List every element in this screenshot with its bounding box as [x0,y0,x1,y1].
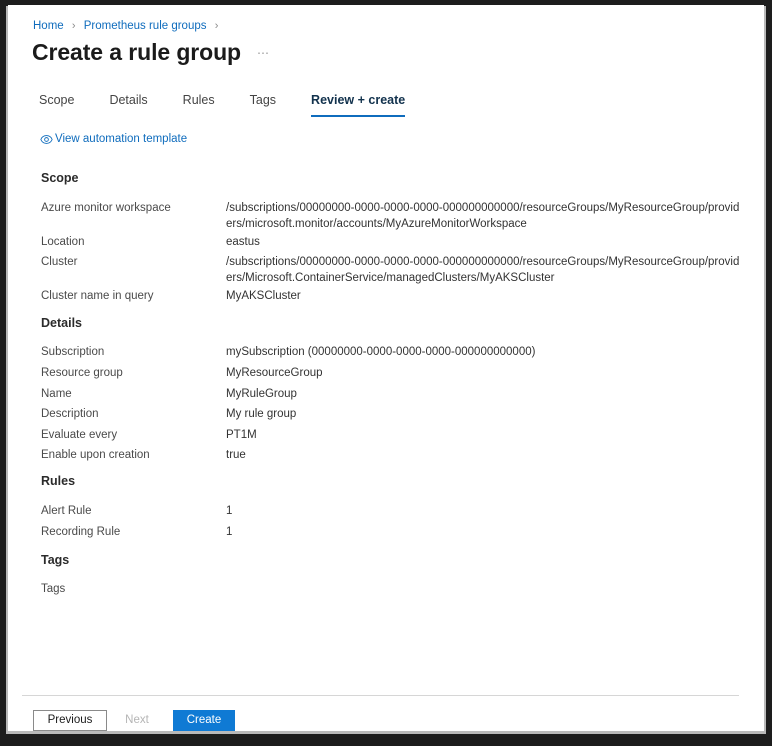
row-value: /subscriptions/00000000-0000-0000-0000-0… [226,202,740,230]
row-label: Evaluate every [41,429,118,441]
breadcrumb-separator-icon: › [214,20,219,32]
row-value: MyAKSCluster [226,290,301,302]
tab-tags[interactable]: Tags [250,93,276,117]
tab-rules[interactable]: Rules [183,93,215,117]
view-automation-template-link[interactable]: View automation template [40,132,187,146]
row-value: PT1M [226,429,257,441]
row-label: Tags [41,583,66,595]
next-button: Next [125,714,149,726]
row-label: Cluster name in query [41,290,154,302]
view-automation-template-label: View automation template [55,133,188,145]
eye-icon [40,133,53,146]
create-button[interactable]: Create [173,710,235,731]
row-label: Name [41,388,72,400]
page-title: Create a rule group [32,39,241,65]
row-value: true [226,449,246,461]
breadcrumb-item-prometheus-rule-groups[interactable]: Prometheus rule groups [84,20,207,32]
row-value: MyResourceGroup [226,367,323,379]
row-label: Subscription [41,346,105,358]
row-value: eastus [226,236,260,248]
row-value: 1 [226,526,233,538]
breadcrumb-item-home[interactable]: Home [33,20,64,32]
title-row: Create a rule group ⋯ [32,38,270,66]
row-label: Location [41,236,85,248]
section-heading-details: Details [41,316,82,330]
section-heading-scope: Scope [41,171,79,185]
row-value: /subscriptions/00000000-0000-0000-0000-0… [226,256,740,284]
tab-review-create[interactable]: Review + create [311,93,406,117]
row-label: Alert Rule [41,505,92,517]
row-value: MyRuleGroup [226,388,297,400]
footer-divider [22,695,739,696]
breadcrumb: Home › Prometheus rule groups › [33,19,223,33]
row-label: Enable upon creation [41,449,150,461]
section-heading-rules: Rules [41,474,76,488]
breadcrumb-separator-icon: › [71,20,76,32]
previous-button[interactable]: Previous [33,710,107,731]
wizard-tabs: Scope Details Rules Tags Review + create [39,93,440,117]
section-heading-tags: Tags [41,553,70,567]
row-value: mySubscription (00000000-0000-0000-0000-… [226,346,536,358]
row-label: Resource group [41,367,123,379]
row-label: Azure monitor workspace [41,202,171,214]
row-label: Cluster [41,256,78,268]
wizard-footer: Previous Next Create [33,710,235,731]
blade-panel: Home › Prometheus rule groups › Create a… [8,5,764,731]
tab-scope[interactable]: Scope [39,93,74,117]
row-value: 1 [226,505,233,517]
window-frame: Home › Prometheus rule groups › Create a… [0,0,772,746]
more-options-icon[interactable]: ⋯ [257,46,270,60]
tab-details[interactable]: Details [109,93,147,117]
row-label: Description [41,408,99,420]
row-value: My rule group [226,408,297,420]
row-label: Recording Rule [41,526,121,538]
